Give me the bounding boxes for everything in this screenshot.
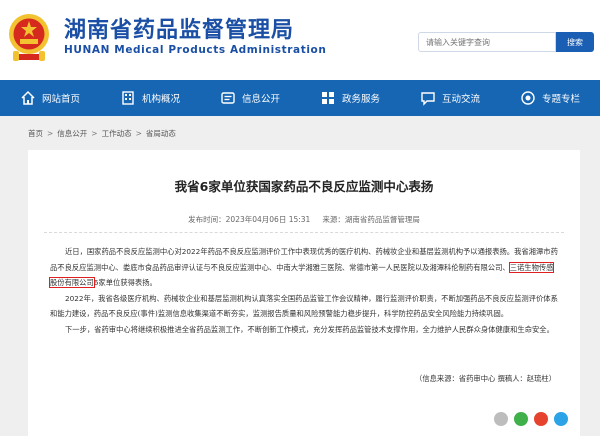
- breadcrumb-link-work[interactable]: 工作动态: [102, 129, 132, 138]
- breadcrumb-separator: >: [47, 129, 54, 138]
- info-icon: [221, 92, 235, 104]
- share-bar: [494, 412, 568, 426]
- building-icon: [122, 91, 134, 105]
- nav-label: 信息公开: [241, 94, 280, 105]
- chat-icon: [421, 92, 435, 106]
- article-meta: 发布时间：2023年04月06日 15:31 来源：湖南省药品监督管理局: [28, 214, 580, 225]
- article-body: 近日，国家药品不良反应监测中心对2022年药品不良反应监测评价工作中表现优秀的医…: [48, 244, 560, 337]
- paragraph-3: 下一步，省药审中心将继续积极推进全省药品监测工作，不断创新工作模式，充分发挥药品…: [65, 324, 554, 334]
- qq-icon[interactable]: [554, 412, 568, 426]
- breadcrumb-link-info[interactable]: 信息公开: [57, 129, 87, 138]
- target-icon: [521, 91, 535, 105]
- divider: [44, 232, 564, 233]
- nav-label: 政务服务: [341, 94, 380, 105]
- breadcrumb: 首页 > 信息公开 > 工作动态 > 省局动态: [28, 128, 176, 139]
- info-source-line: （信息来源：省药审中心 撰稿人：赵琉柱）: [415, 374, 556, 383]
- article-source: 来源：湖南省药品监督管理局: [322, 215, 420, 224]
- breadcrumb-separator: >: [135, 129, 142, 138]
- wechat-icon[interactable]: [514, 412, 528, 426]
- national-emblem-icon: [9, 14, 49, 61]
- grid-icon: [321, 92, 334, 104]
- paragraph-1: 近日，国家药品不良反应监测中心对2022年药品不良反应监测评价工作中表现优秀的医…: [48, 244, 560, 291]
- paragraph-2: 2022年，我省各级医疗机构、药械妆企业和基层监测机构认真落实全国药品监管工作会…: [50, 293, 558, 319]
- breadcrumb-link-home[interactable]: 首页: [28, 129, 43, 138]
- nav-item-topics[interactable]: 专题专栏: [500, 80, 600, 116]
- nav-label: 互动交流: [441, 94, 480, 105]
- site-header: 湖南省药品监督管理局 HUNAN Medical Products Admini…: [0, 0, 600, 80]
- article-panel: 我省6家单位获国家药品不良反应监测中心表扬 发布时间：2023年04月06日 1…: [28, 150, 580, 436]
- nav-item-info-disclosure[interactable]: 信息公开: [200, 80, 300, 116]
- search-button[interactable]: 搜索: [556, 32, 594, 52]
- weibo-icon[interactable]: [534, 412, 548, 426]
- nav-item-services[interactable]: 政务服务: [300, 80, 400, 116]
- site-title: 湖南省药品监督管理局: [64, 18, 295, 43]
- share-icon[interactable]: [494, 412, 508, 426]
- search-input[interactable]: [418, 32, 556, 52]
- breadcrumb-separator: >: [91, 129, 98, 138]
- site-subtitle: HUNAN Medical Products Administration: [64, 44, 327, 56]
- publish-date: 发布时间：2023年04月06日 15:31: [188, 215, 311, 224]
- nav-item-organization[interactable]: 机构概况: [100, 80, 200, 116]
- paragraph-text: 6家单位获得表扬。: [93, 278, 157, 287]
- paragraph-text: 近日，国家药品不良反应监测中心对2022年药品不良反应监测评价工作中表现优秀的医…: [50, 247, 558, 272]
- main-nav: 网站首页 机构概况 信息公开 政务服务 互动交流 专题专栏: [0, 80, 600, 116]
- nav-item-interaction[interactable]: 互动交流: [400, 80, 500, 116]
- home-icon: [21, 90, 35, 105]
- nav-item-home[interactable]: 网站首页: [0, 80, 100, 116]
- article-title: 我省6家单位获国家药品不良反应监测中心表扬: [174, 179, 434, 194]
- nav-label: 网站首页: [41, 94, 80, 105]
- breadcrumb-link-bureau[interactable]: 省局动态: [146, 129, 176, 138]
- nav-label: 专题专栏: [541, 94, 580, 105]
- nav-label: 机构概况: [141, 94, 180, 105]
